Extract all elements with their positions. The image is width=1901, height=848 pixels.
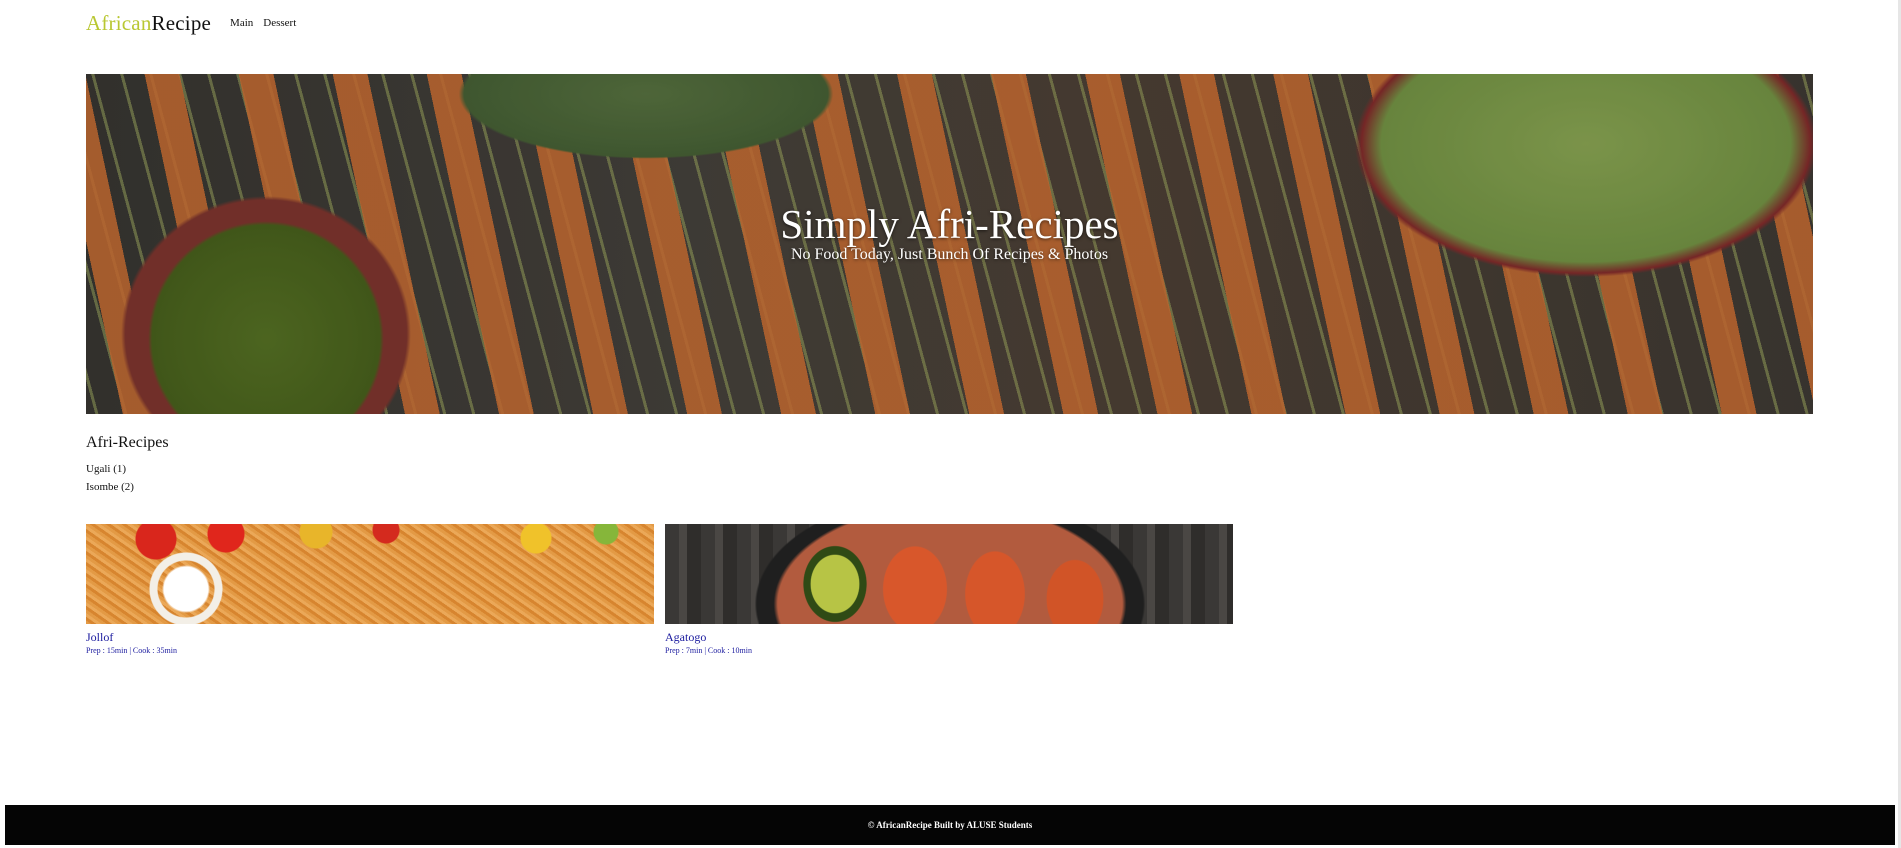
- page: AfricanRecipe Main Dessert Simply Afri-R…: [0, 0, 1898, 848]
- logo-accent: African: [86, 10, 152, 35]
- hero-text: Simply Afri-Recipes No Food Today, Just …: [86, 202, 1813, 264]
- hero-subtitle: No Food Today, Just Bunch Of Recipes & P…: [790, 246, 1109, 263]
- section-title: Afri-Recipes: [86, 434, 169, 451]
- category-list: Ugali (1) Isombe (2): [86, 460, 134, 496]
- site-logo[interactable]: AfricanRecipe: [86, 11, 211, 36]
- nav-link-main[interactable]: Main: [230, 17, 253, 29]
- logo-text: Recipe: [151, 10, 212, 35]
- recipe-card-agatogo[interactable]: Agatogo Prep : 7min | Cook : 10min: [665, 524, 1233, 655]
- hero-banner: Simply Afri-Recipes No Food Today, Just …: [86, 74, 1813, 414]
- recipe-image-jollof: [86, 524, 654, 624]
- recipe-title: Agatogo: [665, 630, 707, 644]
- category-link-isombe[interactable]: Isombe (2): [86, 478, 134, 496]
- site-header: AfricanRecipe Main Dessert: [86, 10, 296, 36]
- recipe-meta: Prep : 15min | Cook : 35min: [86, 646, 177, 655]
- recipe-meta: Prep : 7min | Cook : 10min: [665, 646, 752, 655]
- hero-title: Simply Afri-Recipes: [780, 201, 1119, 247]
- nav-link-dessert[interactable]: Dessert: [263, 17, 296, 29]
- site-footer: © AfricanRecipe Built by ALUSE Students: [5, 805, 1895, 845]
- recipe-image-agatogo: [665, 524, 1233, 624]
- recipe-card-jollof[interactable]: Jollof Prep : 15min | Cook : 35min: [86, 524, 654, 655]
- footer-text: © AfricanRecipe Built by ALUSE Students: [867, 820, 1033, 830]
- recipe-title: Jollof: [86, 630, 114, 644]
- main-nav: Main Dessert: [230, 17, 296, 29]
- category-link-ugali[interactable]: Ugali (1): [86, 460, 134, 478]
- recipe-cards: Jollof Prep : 15min | Cook : 35min Agato…: [86, 524, 1233, 655]
